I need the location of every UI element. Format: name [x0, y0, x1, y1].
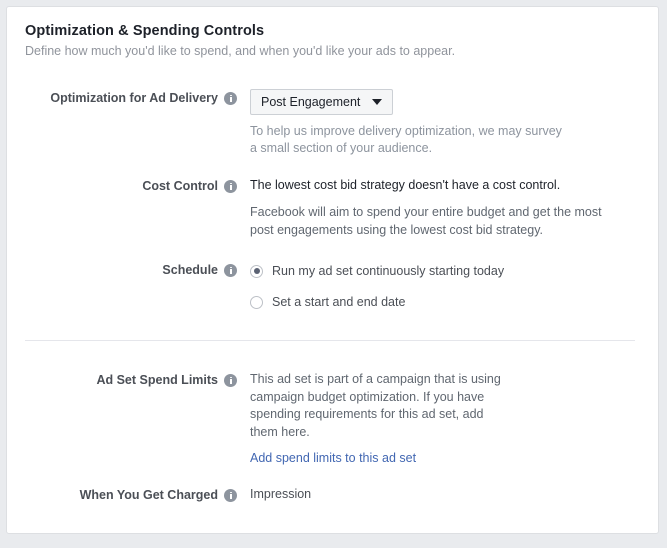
schedule-field: Run my ad set continuously starting toda…	[237, 261, 640, 312]
schedule-option-continuous[interactable]: Run my ad set continuously starting toda…	[250, 261, 640, 281]
optimization-helper-text: To help us improve delivery optimization…	[250, 124, 562, 155]
ad-set-spend-limits-field: This ad set is part of a campaign that i…	[237, 371, 640, 467]
ad-set-spend-limits-description: This ad set is part of a campaign that i…	[250, 372, 501, 439]
section-subtitle: Define how much you'd like to spend, and…	[25, 44, 456, 58]
schedule-option-continuous-label: Run my ad set continuously starting toda…	[272, 263, 505, 278]
optimization-dropdown[interactable]: Post Engagement	[250, 89, 394, 115]
chevron-down-icon	[372, 99, 383, 105]
optimization-dropdown-value: Post Engagement	[261, 95, 361, 109]
row-cost-control: Cost Control The lowest cost bid strateg…	[25, 177, 640, 239]
cost-control-label-wrap: Cost Control	[25, 177, 237, 195]
schedule-option-start-end-date-label: Set a start and end date	[272, 294, 406, 309]
cost-control-label: Cost Control	[142, 179, 218, 193]
radio-button-selected[interactable]	[250, 264, 263, 278]
when-you-get-charged-field: Impression	[237, 486, 640, 503]
info-icon[interactable]	[224, 180, 237, 193]
info-icon[interactable]	[224, 92, 237, 105]
cost-control-field: The lowest cost bid strategy doesn't hav…	[237, 177, 640, 239]
section-divider	[25, 340, 635, 341]
ad-set-spend-limits-label: Ad Set Spend Limits	[96, 373, 218, 387]
optimization-label-wrap: Optimization for Ad Delivery	[25, 89, 237, 107]
when-you-get-charged-label: When You Get Charged	[79, 488, 218, 502]
when-you-get-charged-value: Impression	[250, 487, 312, 501]
cost-control-description: Facebook will aim to spend your entire b…	[250, 205, 602, 237]
form-rows-advanced: Ad Set Spend Limits This ad set is part …	[7, 371, 658, 504]
info-icon[interactable]	[224, 489, 237, 502]
info-icon[interactable]	[224, 374, 237, 387]
page-title: Optimization & Spending Controls	[25, 23, 265, 39]
when-you-get-charged-label-wrap: When You Get Charged	[25, 486, 237, 504]
radio-button-unselected[interactable]	[250, 295, 263, 309]
row-ad-set-spend-limits: Ad Set Spend Limits This ad set is part …	[25, 371, 640, 467]
schedule-option-start-end-date[interactable]: Set a start and end date	[250, 292, 640, 312]
optimization-field: Post Engagement To help us improve deliv…	[237, 89, 640, 157]
row-when-you-get-charged: When You Get Charged Impression	[25, 486, 640, 504]
info-icon[interactable]	[224, 264, 237, 277]
optimization-spending-controls-card: Optimization & Spending Controls Define …	[6, 6, 659, 534]
cost-control-value: The lowest cost bid strategy doesn't hav…	[250, 178, 561, 192]
form-rows: Optimization for Ad Delivery Post Engage…	[7, 89, 658, 312]
ad-set-spend-limits-label-wrap: Ad Set Spend Limits	[25, 371, 237, 389]
row-schedule: Schedule Run my ad set continuously star…	[25, 261, 640, 312]
add-spend-limits-link[interactable]: Add spend limits to this ad set	[250, 450, 416, 467]
row-optimization-for-ad-delivery: Optimization for Ad Delivery Post Engage…	[25, 89, 640, 157]
schedule-label-wrap: Schedule	[25, 261, 237, 279]
card-header: Optimization & Spending Controls Define …	[7, 7, 658, 60]
schedule-label: Schedule	[162, 263, 218, 277]
optimization-label: Optimization for Ad Delivery	[50, 91, 218, 105]
